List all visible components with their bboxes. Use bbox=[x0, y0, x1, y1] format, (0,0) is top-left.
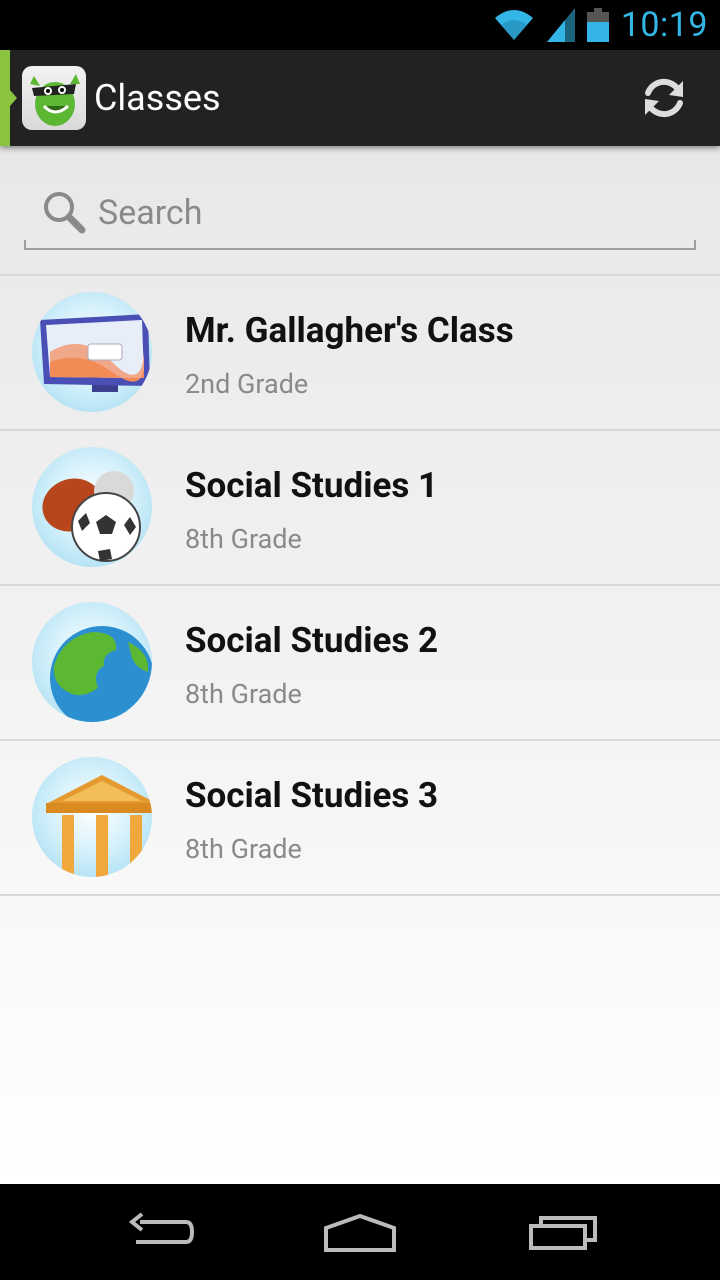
class-grade: 8th Grade bbox=[185, 833, 302, 865]
class-grade: 8th Grade bbox=[185, 678, 302, 710]
recent-apps-icon bbox=[529, 1216, 597, 1250]
search-edge-right bbox=[694, 240, 696, 248]
status-time: 10:19 bbox=[620, 5, 708, 45]
class-name: Social Studies 2 bbox=[185, 620, 439, 661]
list-item[interactable]: Social Studies 3 8th Grade bbox=[0, 739, 720, 896]
status-bar: 10:19 bbox=[0, 0, 720, 50]
back-button[interactable] bbox=[116, 1204, 206, 1260]
class-grade: 2nd Grade bbox=[185, 368, 309, 400]
cell-signal-icon bbox=[546, 8, 575, 42]
search-bar[interactable] bbox=[24, 176, 696, 250]
list-item[interactable]: Social Studies 2 8th Grade bbox=[0, 584, 720, 739]
class-list: Mr. Gallagher's Class 2nd Grade Social S… bbox=[0, 274, 720, 896]
search-edge-left bbox=[24, 240, 26, 248]
search-icon bbox=[44, 192, 86, 234]
page-title: Classes bbox=[94, 77, 221, 119]
refresh-button[interactable] bbox=[632, 66, 696, 130]
battery-icon bbox=[586, 8, 609, 42]
accent-strip bbox=[0, 50, 10, 146]
globe-icon bbox=[32, 602, 152, 722]
refresh-icon bbox=[645, 78, 683, 118]
class-name: Social Studies 1 bbox=[185, 465, 439, 506]
class-name: Mr. Gallagher's Class bbox=[185, 310, 514, 351]
list-item[interactable]: Social Studies 1 8th Grade bbox=[0, 429, 720, 584]
computer-monitor-icon bbox=[32, 292, 152, 412]
courthouse-icon bbox=[32, 757, 152, 877]
classdojo-monster-icon[interactable] bbox=[22, 66, 86, 130]
recent-apps-button[interactable] bbox=[518, 1204, 608, 1260]
content-area: Mr. Gallagher's Class 2nd Grade Social S… bbox=[0, 146, 720, 1184]
up-caret-icon bbox=[10, 90, 17, 106]
class-name: Social Studies 3 bbox=[185, 775, 439, 816]
back-icon bbox=[128, 1212, 195, 1244]
system-nav-bar bbox=[0, 1184, 720, 1280]
action-bar: Classes bbox=[0, 50, 720, 146]
wifi-icon bbox=[494, 10, 533, 40]
home-icon bbox=[324, 1213, 396, 1252]
sports-balls-icon bbox=[32, 447, 152, 567]
home-button[interactable] bbox=[315, 1204, 405, 1260]
list-item[interactable]: Mr. Gallagher's Class 2nd Grade bbox=[0, 274, 720, 429]
search-input[interactable] bbox=[96, 184, 680, 242]
class-grade: 8th Grade bbox=[185, 523, 302, 555]
